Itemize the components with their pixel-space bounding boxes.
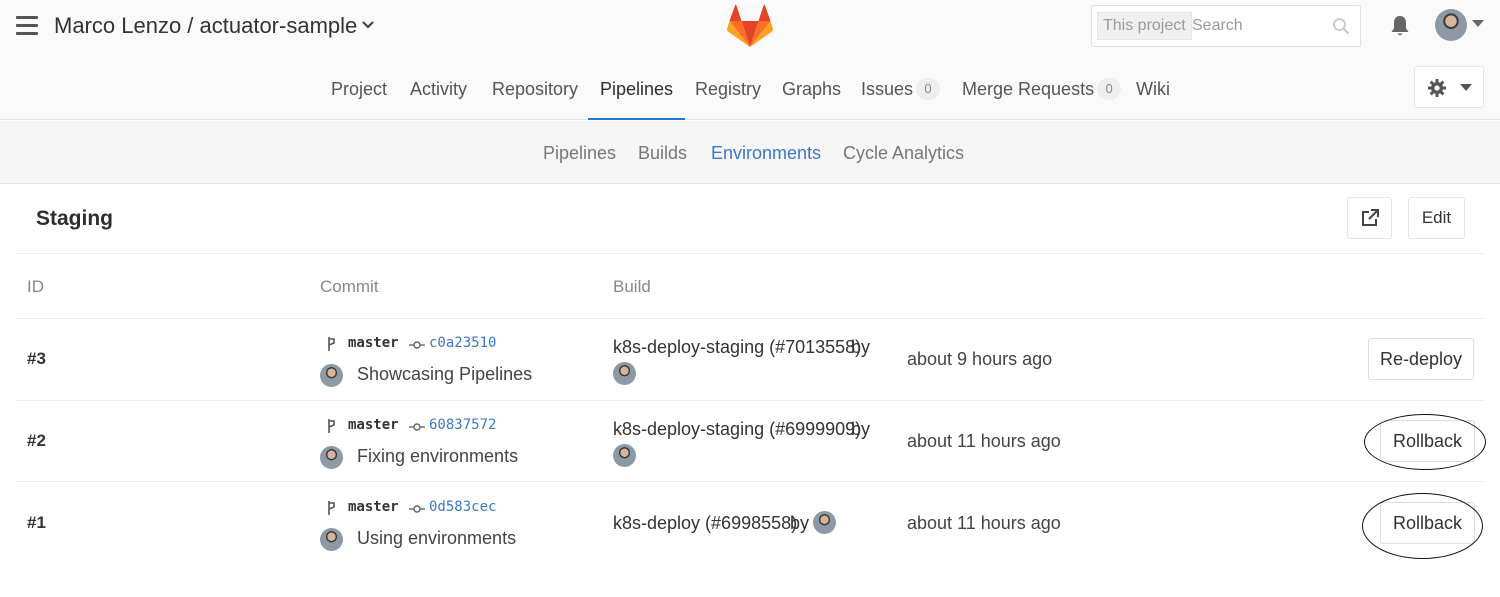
- subnav-builds[interactable]: Builds: [638, 143, 687, 164]
- build-user-avatar[interactable]: [613, 362, 636, 385]
- external-link-button[interactable]: [1347, 197, 1392, 239]
- commit-icon: [409, 341, 425, 349]
- subnav-environments[interactable]: Environments: [711, 143, 821, 164]
- nav-registry[interactable]: Registry: [695, 72, 761, 120]
- search-input[interactable]: [1192, 12, 1322, 40]
- search-box: This project: [1091, 5, 1361, 47]
- gitlab-logo-icon[interactable]: [727, 4, 773, 48]
- branch-name[interactable]: master: [348, 417, 399, 433]
- deployment-id: #3: [27, 349, 46, 368]
- subnav-cycle-analytics[interactable]: Cycle Analytics: [843, 143, 964, 164]
- settings-button[interactable]: [1414, 66, 1484, 108]
- author-avatar[interactable]: [320, 446, 343, 469]
- deployment-id: #1: [27, 513, 46, 532]
- user-avatar[interactable]: [1435, 9, 1467, 41]
- nav-graphs[interactable]: Graphs: [782, 72, 841, 120]
- merge-requests-count-badge: 0: [1097, 78, 1122, 100]
- menu-icon[interactable]: [16, 16, 38, 36]
- gear-icon: [1428, 79, 1446, 97]
- caret-down-icon: [1460, 84, 1472, 91]
- commit-sha-link[interactable]: 0d583cec: [429, 499, 496, 515]
- build-link[interactable]: k8s-deploy-staging (#6999909): [613, 419, 861, 440]
- deployment-time: about 11 hours ago: [907, 431, 1061, 451]
- build-link[interactable]: k8s-deploy-staging (#7013558): [613, 337, 861, 358]
- nav-activity[interactable]: Activity: [410, 72, 467, 120]
- build-by-label: by: [851, 419, 871, 439]
- redeploy-button[interactable]: Re-deploy: [1368, 338, 1474, 380]
- build-by-label: by: [851, 337, 871, 357]
- build-by-label: by: [790, 513, 810, 533]
- deployment-id: #2: [27, 431, 46, 450]
- nav-repository[interactable]: Repository: [492, 72, 578, 120]
- divider: [16, 400, 1484, 401]
- commit-icon: [409, 423, 425, 431]
- search-scope-badge[interactable]: This project: [1097, 12, 1192, 40]
- divider: [16, 318, 1484, 319]
- issues-count-badge: 0: [916, 78, 941, 100]
- column-header-build: Build: [613, 277, 651, 296]
- nav-merge-requests[interactable]: Merge Requests 0: [962, 72, 1122, 120]
- chevron-down-icon[interactable]: [361, 18, 375, 32]
- build-link[interactable]: k8s-deploy (#6998558): [613, 513, 797, 534]
- nav-merge-requests-label: Merge Requests: [962, 79, 1095, 99]
- nav-wiki[interactable]: Wiki: [1136, 72, 1170, 120]
- top-header: Marco Lenzo / actuator-sample This proje…: [0, 0, 1500, 120]
- branch-name[interactable]: master: [348, 335, 399, 351]
- deployment-time: about 9 hours ago: [907, 349, 1053, 369]
- author-avatar[interactable]: [320, 528, 343, 551]
- commit-message[interactable]: Fixing environments: [357, 446, 518, 467]
- author-avatar[interactable]: [320, 364, 343, 387]
- main-nav: Project Activity Repository Pipelines Re…: [0, 72, 1500, 120]
- commit-message[interactable]: Using environments: [357, 528, 516, 549]
- highlight-circle: [1364, 414, 1486, 470]
- commit-sha-link[interactable]: 60837572: [429, 417, 496, 433]
- divider: [16, 253, 1484, 254]
- environment-title: Staging: [36, 207, 113, 230]
- nav-project[interactable]: Project: [331, 72, 387, 120]
- column-header-commit: Commit: [320, 277, 379, 296]
- search-icon[interactable]: [1332, 17, 1350, 35]
- branch-icon: [328, 419, 335, 433]
- branch-icon: [328, 501, 335, 515]
- column-header-id: ID: [27, 277, 44, 296]
- edit-button[interactable]: Edit: [1408, 197, 1465, 239]
- external-link-icon: [1362, 209, 1379, 226]
- highlight-circle: [1362, 493, 1483, 559]
- deployment-time: about 11 hours ago: [907, 513, 1061, 533]
- subnav-pipelines[interactable]: Pipelines: [543, 143, 616, 164]
- branch-name[interactable]: master: [348, 499, 399, 515]
- branch-icon: [328, 337, 335, 351]
- project-path[interactable]: Marco Lenzo / actuator-sample: [54, 13, 357, 39]
- build-user-avatar[interactable]: [613, 444, 636, 467]
- divider: [16, 481, 1484, 482]
- commit-message[interactable]: Showcasing Pipelines: [357, 364, 532, 385]
- sub-nav: Pipelines Builds Environments Cycle Anal…: [0, 121, 1500, 184]
- build-user-avatar[interactable]: [813, 511, 836, 534]
- nav-issues[interactable]: Issues 0: [861, 72, 941, 120]
- bell-icon[interactable]: [1388, 14, 1412, 38]
- nav-pipelines[interactable]: Pipelines: [588, 72, 686, 120]
- commit-sha-link[interactable]: c0a23510: [429, 335, 496, 351]
- caret-down-icon[interactable]: [1472, 20, 1484, 28]
- nav-issues-label: Issues: [861, 79, 914, 99]
- commit-icon: [409, 505, 425, 513]
